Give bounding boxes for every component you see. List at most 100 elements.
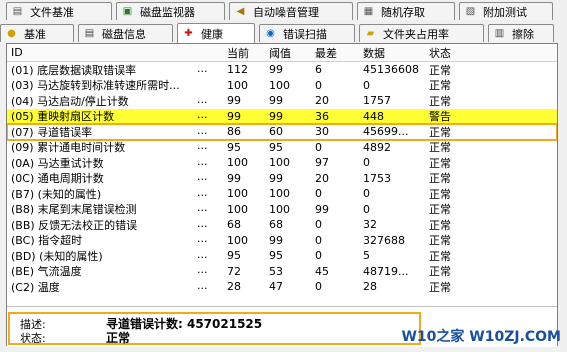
cell-status: 正常: [429, 156, 451, 170]
cell-id: (BD) (未知的属性)...: [7, 248, 223, 264]
table-row[interactable]: (B8) 末尾到末尾错误检测... 100 100 99 0 正常: [7, 201, 557, 218]
tab-5-tabs_top[interactable]: ▧ 附加测试: [459, 2, 553, 20]
cell-id: (0C) 通电周期计数...: [7, 170, 223, 186]
cell-threshold: 99: [269, 171, 283, 185]
cell-status: 正常: [429, 218, 451, 232]
attribute-name: (0C) 通电周期计数: [11, 172, 104, 186]
cell-data: 4892: [363, 140, 391, 154]
status-value: 正常: [106, 331, 131, 345]
cell-worst: 0: [315, 218, 322, 232]
cell-threshold: 68: [269, 218, 283, 232]
cell-id: (C2) 温度...: [7, 279, 223, 295]
tab-1-tabs_top[interactable]: ▤ 文件基准: [6, 2, 112, 20]
tab-label: 错误扫描: [283, 27, 327, 41]
watermark: W10之家 W10ZJ.COM: [401, 329, 561, 345]
table-row[interactable]: (0A) 马达重试计数... 100 100 97 0 正常: [7, 155, 557, 171]
tab-3-tabs_bottom[interactable]: ✚ 健康: [177, 23, 255, 43]
column-header-id[interactable]: ID: [7, 46, 223, 59]
cell-worst: 99: [315, 202, 329, 216]
cell-data: 45136608: [363, 63, 419, 77]
tab-3-tabs_top[interactable]: ◀ 自动噪音管理: [229, 2, 353, 20]
tab-2-tabs_bottom[interactable]: ▤ 磁盘信息: [78, 24, 173, 42]
tab-6-tabs_bottom[interactable]: ▥ 擦除: [488, 24, 554, 42]
cell-current: 100: [227, 78, 248, 92]
tab-2-tabs_top[interactable]: ▣ 磁盘监视器: [116, 2, 225, 20]
attribute-name: (BB) 反馈无法校正的错误: [11, 218, 138, 232]
table-row[interactable]: (BB) 反馈无法校正的错误... 68 68 0 32 正常: [7, 217, 557, 233]
attribute-name: (05) 重映射扇区计数: [11, 110, 115, 124]
cell-threshold: 95: [269, 140, 283, 154]
cell-worst: 0: [315, 249, 322, 263]
table-row[interactable]: (05) 重映射扇区计数... 99 99 36 448 警告: [7, 108, 557, 124]
cell-current: 28: [227, 280, 241, 294]
tab-label: 自动噪音管理: [253, 5, 319, 19]
table-row[interactable]: (07) 寻道错误率... 86 60 30 45699... 正常: [7, 123, 557, 141]
cell-worst: 30: [315, 125, 329, 139]
cell-threshold: 99: [269, 109, 283, 123]
attribute-name: (B7) (未知的属性): [11, 187, 102, 201]
column-header-threshold[interactable]: 阈值: [265, 45, 311, 61]
cell-id: (09) 累计通电时间计数...: [7, 139, 223, 155]
cell-data: 1753: [363, 171, 391, 185]
cell-current: 100: [227, 156, 248, 170]
column-header-data[interactable]: 数据: [359, 45, 425, 61]
table-row[interactable]: (01) 底层数据读取错误率... 112 99 6 45136608 正常: [7, 62, 557, 78]
cell-data: 0: [363, 202, 370, 216]
attribute-name: (0A) 马达重试计数: [11, 156, 104, 170]
table-row[interactable]: (C2) 温度... 28 47 0 28 正常: [7, 279, 557, 295]
cell-current: 95: [227, 140, 241, 154]
tab-4-tabs_top[interactable]: ▦ 随机存取: [357, 2, 455, 20]
cell-worst: 0: [315, 280, 322, 294]
cell-current: 68: [227, 218, 241, 232]
trash-icon: ▥: [494, 28, 505, 39]
table-row[interactable]: (04) 马达启动/停止计数... 99 99 20 1757 正常: [7, 93, 557, 109]
tab-label: 文件基准: [30, 5, 74, 19]
tab-5-tabs_bottom[interactable]: ▰ 文件夹占用率: [359, 24, 484, 42]
column-header-status[interactable]: 状态: [425, 45, 485, 61]
table-row[interactable]: (03) 马达旋转到标准转速所需时... 100 100 0 0 正常: [7, 78, 557, 94]
status-label: 状态:: [20, 332, 46, 345]
cell-worst: 36: [315, 109, 329, 123]
cell-worst: 6: [315, 63, 322, 77]
cell-threshold: 99: [269, 233, 283, 247]
attribute-name: (B8) 末尾到末尾错误检测: [11, 203, 137, 217]
cell-status: 正常: [429, 187, 451, 201]
cell-status: 正常: [429, 234, 451, 248]
table-row[interactable]: (0C) 通电周期计数... 99 99 20 1753 正常: [7, 170, 557, 187]
cell-threshold: 99: [269, 94, 283, 108]
attribute-name: (BC) 指令超时: [11, 234, 83, 248]
ellipsis: [197, 77, 223, 93]
cell-threshold: 60: [269, 125, 283, 139]
monitor-icon: ▣: [122, 6, 133, 17]
cell-data: 448: [363, 109, 384, 123]
column-header-current[interactable]: 当前: [223, 45, 265, 61]
column-header-worst[interactable]: 最差: [311, 45, 359, 61]
cell-current: 99: [227, 171, 241, 185]
cell-worst: 20: [315, 94, 329, 108]
tab-4-tabs_bottom[interactable]: ◉ 错误扫描: [259, 24, 355, 42]
table-row[interactable]: (B7) (未知的属性)... 100 100 0 0 正常: [7, 186, 557, 202]
tab-label: 基准: [24, 27, 46, 41]
ellipsis: ...: [197, 170, 208, 184]
tab-label: 磁盘信息: [102, 27, 146, 41]
cell-id: (07) 寻道错误率...: [7, 124, 223, 140]
table-row[interactable]: (BD) (未知的属性)... 95 95 0 5 正常: [7, 248, 557, 264]
cell-data: 327688: [363, 233, 405, 247]
table-row[interactable]: (BC) 指令超时... 100 99 0 327688 正常: [7, 232, 557, 249]
table-row[interactable]: (09) 累计通电时间计数... 95 95 0 4892 正常: [7, 139, 557, 156]
attribute-name: (C2) 温度: [11, 280, 60, 294]
table-row[interactable]: (BE) 气流温度... 72 53 45 48719... 正常: [7, 263, 557, 280]
ellipsis: ...: [197, 154, 208, 168]
cell-worst: 0: [315, 78, 322, 92]
cell-worst: 0: [315, 140, 322, 154]
tab-label: 随机存取: [381, 5, 425, 19]
cell-threshold: 95: [269, 249, 283, 263]
ellipsis: ...: [197, 247, 208, 261]
cell-status: 正常: [429, 94, 451, 108]
detail-box: 描述: 寻道错误计数: 457021525 状态: 正常: [8, 312, 421, 345]
tab-1-tabs_bottom[interactable]: ● 基准: [0, 24, 74, 42]
tab-row-top: ▤ 文件基准 ▣ 磁盘监视器 ◀ 自动噪音管理 ▦ 随机存取 ▧ 附加测试: [6, 2, 557, 22]
cell-status: 正常: [429, 172, 451, 186]
cell-current: 100: [227, 233, 248, 247]
cell-data: 0: [363, 187, 370, 201]
